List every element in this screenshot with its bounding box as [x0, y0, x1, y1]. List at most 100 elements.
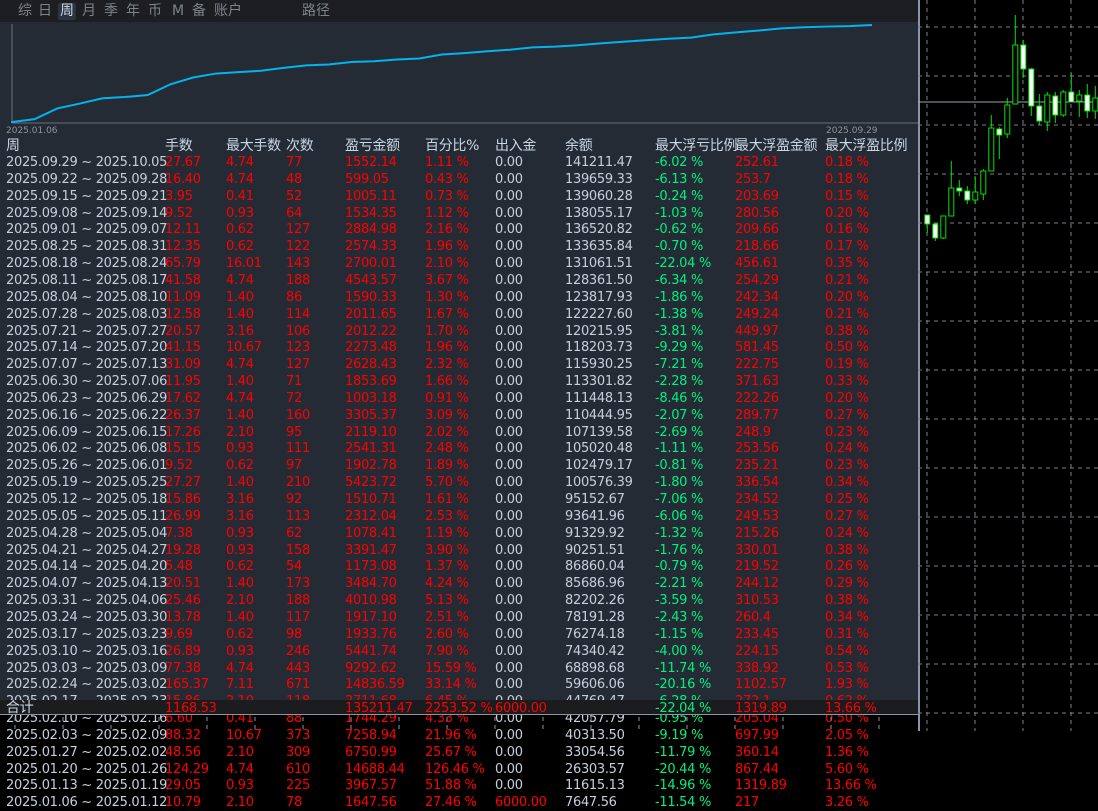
- cell: 0.35 %: [825, 256, 869, 272]
- cell: 253.7: [735, 171, 771, 187]
- cell: 0.24 %: [825, 441, 869, 457]
- cell: 0.00: [495, 660, 523, 676]
- cell: 0.00: [495, 222, 523, 238]
- cell: 2025.05.12 ~ 2025.05.18: [6, 492, 168, 507]
- cell: 54: [286, 559, 302, 575]
- cell: 2025.05.05 ~ 2025.05.11: [6, 508, 168, 524]
- cell: 2025.07.07 ~ 2025.07.13: [6, 357, 168, 373]
- column-header[interactable]: 盈亏金额: [345, 138, 400, 155]
- cell: 27.46 %: [425, 795, 477, 811]
- cell: 3305.37: [345, 407, 397, 423]
- cell: 2025.09.22 ~ 2025.09.28: [6, 171, 168, 187]
- cell: 2025.09.08 ~ 2025.09.14: [6, 205, 168, 221]
- cell: 90251.51: [565, 542, 625, 558]
- start-date-label: 2025.01.06: [6, 126, 58, 135]
- cell: 2541.31: [345, 441, 397, 457]
- cell: 0.23 %: [825, 424, 869, 440]
- cell: 0.00: [495, 155, 523, 170]
- cell: 0.33 %: [825, 374, 869, 390]
- cell: 0.00: [495, 306, 523, 322]
- tab-5[interactable]: 年: [124, 3, 142, 20]
- cell: 2.10: [226, 424, 254, 440]
- column-header[interactable]: 手数: [165, 138, 193, 155]
- cell: 0.00: [495, 475, 523, 491]
- candle: [1036, 94, 1043, 125]
- column-header[interactable]: 最大浮盈比例: [825, 138, 908, 155]
- cell: 4.74: [226, 357, 254, 373]
- cell: 0.62: [226, 239, 254, 255]
- cell: 2025.01.20 ~ 2025.01.26: [6, 761, 168, 777]
- cell: 1534.35: [345, 205, 397, 221]
- cell: 2.02 %: [425, 424, 469, 440]
- cell: 114: [286, 306, 310, 322]
- cell: 222.75: [735, 357, 779, 373]
- cell: 1.40: [226, 289, 254, 305]
- cell: 0.27 %: [825, 508, 869, 524]
- column-header[interactable]: 最大浮亏比例: [655, 138, 738, 155]
- cell: 224.15: [735, 643, 779, 659]
- cell: 107139.58: [565, 424, 633, 440]
- cell: 123817.93: [565, 289, 633, 305]
- cell: 6000.00: [495, 795, 547, 811]
- column-header[interactable]: 次数: [286, 138, 314, 155]
- cell: 1.89 %: [425, 458, 469, 474]
- cell: 14836.59: [345, 677, 405, 693]
- cell: 0.15 %: [825, 188, 869, 204]
- cell: 2273.48: [345, 340, 397, 356]
- cell: 599.05: [345, 171, 389, 187]
- tab-2[interactable]: 周: [58, 3, 76, 20]
- cell: 11.95: [165, 374, 201, 390]
- candlestick-chart[interactable]: [918, 0, 1098, 731]
- tab-4[interactable]: 季: [102, 3, 120, 20]
- cell: 1.37 %: [425, 559, 469, 575]
- cell: 3391.47: [345, 542, 397, 558]
- cell: 31.09: [165, 357, 201, 373]
- cell: 0.20 %: [825, 390, 869, 406]
- cell: 102479.17: [565, 458, 633, 474]
- cell: 0.34 %: [825, 475, 869, 491]
- cell: 2025.04.07 ~ 2025.04.13: [6, 576, 168, 592]
- cell: 2025.01.27 ~ 2025.02.02: [6, 744, 168, 760]
- cell: 9.69: [165, 626, 193, 642]
- tab-3[interactable]: 月: [80, 3, 98, 20]
- cell: 93641.96: [565, 508, 625, 524]
- tab-10[interactable]: 路径: [300, 3, 332, 20]
- cell: 2025.06.09 ~ 2025.06.15: [6, 424, 168, 440]
- cell: 2025.04.14 ~ 2025.04.20: [6, 559, 168, 575]
- cell: -7.06 %: [655, 492, 704, 507]
- cell: 141211.47: [565, 155, 633, 170]
- candle: [1012, 15, 1019, 105]
- cell: 1902.78: [345, 458, 397, 474]
- tab-6[interactable]: 币: [146, 3, 164, 20]
- cell: -1.03 %: [655, 205, 704, 221]
- cell: 5.48: [165, 559, 193, 575]
- cell: 0.34 %: [825, 609, 869, 625]
- cell: 3.09 %: [425, 407, 469, 423]
- cell: 33054.56: [565, 744, 625, 760]
- cell: 330.01: [735, 542, 779, 558]
- cell: -22.04 %: [655, 256, 711, 272]
- cell: 14688.44: [345, 761, 405, 777]
- cell: 71: [286, 374, 302, 390]
- cell: 0.93: [226, 542, 254, 558]
- tab-9[interactable]: 账户: [212, 3, 244, 20]
- column-header[interactable]: 最大浮盈金额: [735, 138, 818, 155]
- column-header[interactable]: 百分比%: [425, 138, 479, 155]
- cell: -0.81 %: [655, 458, 704, 474]
- cell: 1933.76: [345, 626, 397, 642]
- cell: 188: [286, 593, 310, 609]
- column-header[interactable]: 余额: [565, 138, 593, 155]
- tab-0[interactable]: 综: [16, 3, 34, 20]
- column-header[interactable]: 周: [6, 138, 20, 155]
- cell: 2025.08.18 ~ 2025.08.24: [6, 256, 168, 272]
- cell: 0.50 %: [825, 340, 869, 356]
- cell: 12.35: [165, 239, 201, 255]
- cell: 15.15: [165, 441, 201, 457]
- tab-8[interactable]: 备: [190, 3, 208, 20]
- tab-1[interactable]: 日: [36, 3, 54, 20]
- candle: [924, 214, 931, 233]
- tab-7[interactable]: M: [170, 3, 186, 20]
- column-header[interactable]: 出入金: [495, 138, 536, 155]
- column-header[interactable]: 最大手数: [226, 138, 281, 155]
- cell: -1.80 %: [655, 475, 704, 491]
